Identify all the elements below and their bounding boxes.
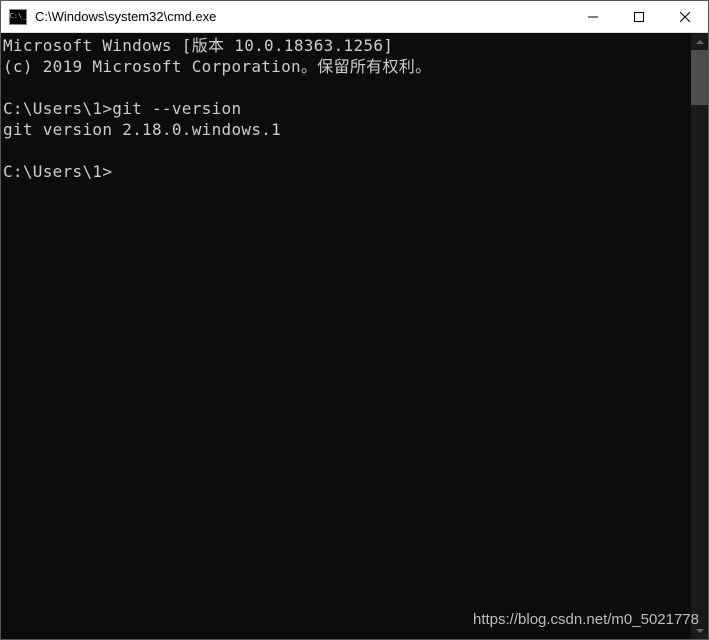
close-button[interactable] [662, 1, 708, 32]
close-icon [680, 12, 690, 22]
terminal-line: C:\Users\1>git --version [3, 99, 241, 118]
minimize-icon [588, 12, 598, 22]
cmd-icon [9, 9, 27, 25]
cmd-window: C:\Windows\system32\cmd.exe Microsoft Wi… [0, 0, 709, 640]
scroll-up-button[interactable] [691, 33, 708, 50]
terminal-line: C:\Users\1> [3, 162, 112, 181]
terminal-line: git version 2.18.0.windows.1 [3, 120, 281, 139]
scroll-thumb[interactable] [691, 50, 708, 105]
vertical-scrollbar[interactable] [691, 33, 708, 639]
scroll-down-button[interactable] [691, 622, 708, 639]
window-controls [570, 1, 708, 32]
scroll-track[interactable] [691, 50, 708, 622]
chevron-up-icon [696, 40, 704, 44]
client-area: Microsoft Windows [版本 10.0.18363.1256] (… [1, 33, 708, 639]
terminal-line: (c) 2019 Microsoft Corporation。保留所有权利。 [3, 57, 431, 76]
terminal-line: Microsoft Windows [版本 10.0.18363.1256] [3, 36, 393, 55]
chevron-down-icon [696, 629, 704, 633]
maximize-button[interactable] [616, 1, 662, 32]
maximize-icon [634, 12, 644, 22]
minimize-button[interactable] [570, 1, 616, 32]
terminal-output[interactable]: Microsoft Windows [版本 10.0.18363.1256] (… [1, 33, 691, 639]
titlebar[interactable]: C:\Windows\system32\cmd.exe [1, 1, 708, 33]
window-title: C:\Windows\system32\cmd.exe [35, 9, 570, 24]
